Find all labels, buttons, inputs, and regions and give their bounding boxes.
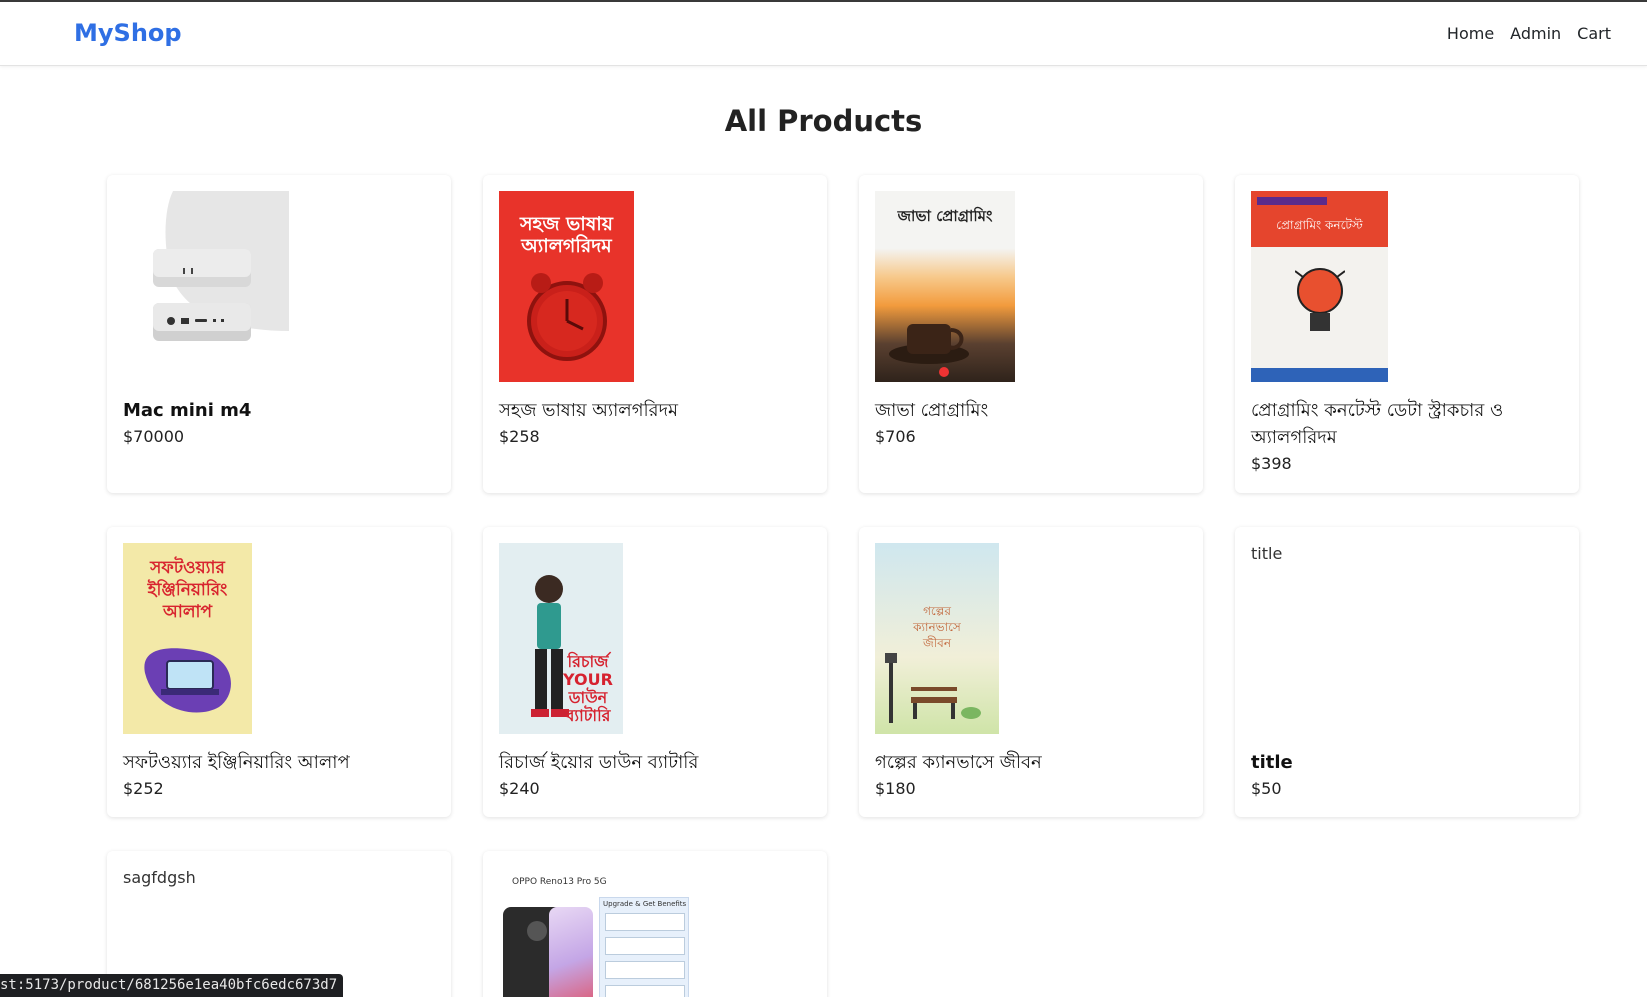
product-card[interactable]: সফটওয়্যার ইঞ্জিনিয়ারিং আলাপ সফটওয়্যার… (107, 527, 451, 817)
product-card[interactable]: জাভা প্রোগ্রামিং জাভা প্রোগ্রামিং $706 (859, 175, 1203, 493)
product-price: $240 (499, 779, 540, 798)
product-card[interactable]: গল্পের ক্যানভাসে জীবন গল্পের ক্যানভাসে জ… (859, 527, 1203, 817)
product-name[interactable]: সফটওয়্যার ইঞ্জিনিয়ারিং আলাপ (123, 749, 437, 776)
product-price: $180 (875, 779, 916, 798)
product-name[interactable]: রিচার্জ ইয়োর ডাউন ব্যাটারি (499, 749, 813, 776)
product-card[interactable]: Mac mini m4 $70000 (107, 175, 451, 493)
product-card[interactable]: সহজ ভাষায় অ্যালগরিদম সহজ ভাষায় অ্যালগর… (483, 175, 827, 493)
product-card[interactable]: OPPO Reno13 Pro 5G Upgrade & Get Benefit… (483, 851, 827, 997)
link-preview-statusbar: st:5173/product/681256e1ea40bfc6edc673d7 (0, 974, 344, 997)
product-name[interactable]: গল্পের ক্যানভাসে জীবন (875, 749, 1189, 776)
product-price: $706 (875, 427, 916, 446)
product-card[interactable]: রিচার্জ YOUR ডাউন ব্যাটারি রিচার্জ ইয়োর… (483, 527, 827, 817)
product-name[interactable]: title (1251, 749, 1565, 776)
product-price: $252 (123, 779, 164, 798)
product-name[interactable]: Mac mini m4 (123, 397, 437, 424)
product-name[interactable]: প্রোগ্রামিং কনটেস্ট ডেটা স্ট্রাকচার ও অ্… (1251, 397, 1565, 451)
product-card[interactable]: প্রোগ্রামিং কনটেস্ট প্রোগ্রামিং কনটেস্ট … (1235, 175, 1579, 493)
brand-logo[interactable]: MyShop (74, 19, 182, 47)
product-image[interactable]: রিচার্জ YOUR ডাউন ব্যাটারি (499, 543, 623, 734)
product-name[interactable]: জাভা প্রোগ্রামিং (875, 397, 1189, 424)
nav-admin-link[interactable]: Admin (1510, 24, 1561, 43)
product-name[interactable]: সহজ ভাষায় অ্যালগরিদম (499, 397, 813, 424)
product-price: $258 (499, 427, 540, 446)
page-title: All Products (724, 104, 923, 138)
product-price: $50 (1251, 779, 1282, 798)
product-card[interactable]: title title $50 (1235, 527, 1579, 817)
product-image-alt-text[interactable]: title (1251, 544, 1282, 563)
navbar: MyShop Home Admin Cart (0, 2, 1647, 66)
product-image[interactable]: সফটওয়্যার ইঞ্জিনিয়ারিং আলাপ (123, 543, 252, 734)
nav-links: Home Admin Cart (1447, 24, 1611, 43)
product-price: $70000 (123, 427, 185, 446)
product-price: $398 (1251, 454, 1292, 473)
product-image[interactable]: গল্পের ক্যানভাসে জীবন (875, 543, 999, 734)
product-image[interactable]: প্রোগ্রামিং কনটেস্ট (1251, 191, 1388, 382)
product-image[interactable]: সহজ ভাষায় অ্যালগরিদম (499, 191, 634, 382)
product-image[interactable]: জাভা প্রোগ্রামিং (875, 191, 1015, 382)
product-image-alt-text[interactable]: sagfdgsh (123, 868, 196, 887)
product-image[interactable] (123, 191, 289, 343)
nav-home-link[interactable]: Home (1447, 24, 1494, 43)
nav-cart-link[interactable]: Cart (1577, 24, 1611, 43)
product-image[interactable]: OPPO Reno13 Pro 5G Upgrade & Get Benefit… (499, 867, 689, 997)
